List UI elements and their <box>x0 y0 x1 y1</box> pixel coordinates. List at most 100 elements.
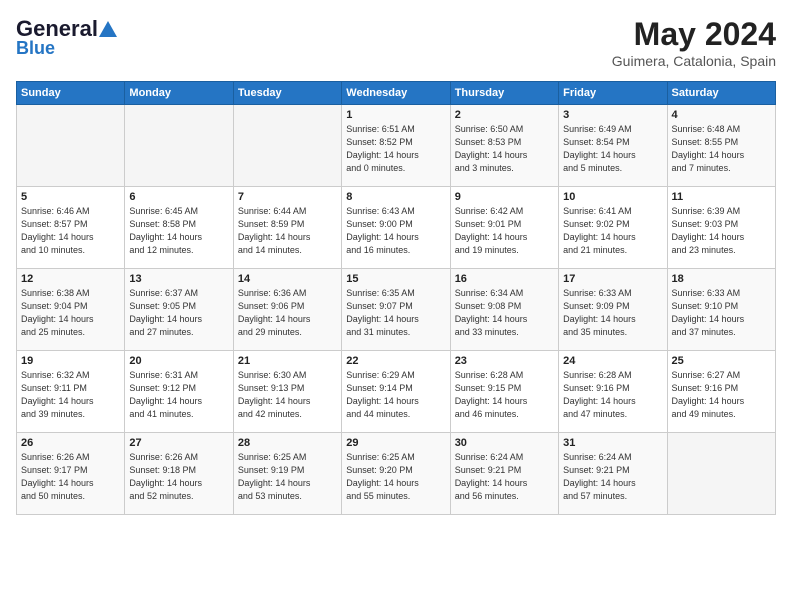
day-cell: 4 Sunrise: 6:48 AM Sunset: 8:55 PM Daylig… <box>667 105 775 187</box>
day-info: Sunrise: 6:28 AM Sunset: 9:15 PM Dayligh… <box>455 369 554 421</box>
day-cell: 18Sunrise: 6:33 AM Sunset: 9:10 PM Dayli… <box>667 269 775 351</box>
day-cell <box>233 105 341 187</box>
day-info: Sunrise: 6:41 AM Sunset: 9:02 PM Dayligh… <box>563 205 662 257</box>
day-number: 12 <box>21 273 120 285</box>
day-info: Sunrise: 6:27 AM Sunset: 9:16 PM Dayligh… <box>672 369 771 421</box>
day-number: 20 <box>129 355 228 367</box>
day-info: Sunrise: 6:37 AM Sunset: 9:05 PM Dayligh… <box>129 287 228 339</box>
day-number: 23 <box>455 355 554 367</box>
week-row-4: 26 Sunrise: 6:26 AM Sunset: 9:17 PM Dayli… <box>17 433 776 515</box>
location: Guimera, Catalonia, Spain <box>612 53 776 69</box>
day-info: Sunrise: 6:38 AM Sunset: 9:04 PM Dayligh… <box>21 287 120 339</box>
day-cell: 13 Sunrise: 6:37 AM Sunset: 9:05 PM Dayli… <box>125 269 233 351</box>
day-number: 25 <box>672 355 771 367</box>
day-info: Sunrise: 6:33 AM Sunset: 9:09 PM Dayligh… <box>563 287 662 339</box>
day-cell: 29Sunrise: 6:25 AM Sunset: 9:20 PM Dayli… <box>342 433 450 515</box>
day-info: Sunrise: 6:30 AM Sunset: 9:13 PM Dayligh… <box>238 369 337 421</box>
day-number: 21 <box>238 355 337 367</box>
day-number: 1 <box>346 109 445 121</box>
day-info: Sunrise: 6:45 AM Sunset: 8:58 PM Dayligh… <box>129 205 228 257</box>
day-number: 15 <box>346 273 445 285</box>
day-number: 9 <box>455 191 554 203</box>
day-number: 5 <box>21 191 120 203</box>
day-number: 27 <box>129 437 228 449</box>
day-cell: 12 Sunrise: 6:38 AM Sunset: 9:04 PM Dayli… <box>17 269 125 351</box>
day-info: Sunrise: 6:49 AM Sunset: 8:54 PM Dayligh… <box>563 123 662 175</box>
day-cell: 3 Sunrise: 6:49 AM Sunset: 8:54 PM Daylig… <box>559 105 667 187</box>
day-cell: 19Sunrise: 6:32 AM Sunset: 9:11 PM Dayli… <box>17 351 125 433</box>
day-number: 22 <box>346 355 445 367</box>
day-info: Sunrise: 6:25 AM Sunset: 9:20 PM Dayligh… <box>346 451 445 503</box>
day-info: Sunrise: 6:43 AM Sunset: 9:00 PM Dayligh… <box>346 205 445 257</box>
day-info: Sunrise: 6:33 AM Sunset: 9:10 PM Dayligh… <box>672 287 771 339</box>
day-info: Sunrise: 6:34 AM Sunset: 9:08 PM Dayligh… <box>455 287 554 339</box>
day-cell: 30Sunrise: 6:24 AM Sunset: 9:21 PM Dayli… <box>450 433 558 515</box>
day-cell: 7 Sunrise: 6:44 AM Sunset: 8:59 PM Daylig… <box>233 187 341 269</box>
logo: General Blue <box>16 16 118 59</box>
page-header: General Blue May 2024 Guimera, Catalonia… <box>16 16 776 69</box>
day-cell: 10 Sunrise: 6:41 AM Sunset: 9:02 PM Dayli… <box>559 187 667 269</box>
day-number: 4 <box>672 109 771 121</box>
day-cell: 17Sunrise: 6:33 AM Sunset: 9:09 PM Dayli… <box>559 269 667 351</box>
day-cell <box>125 105 233 187</box>
week-row-2: 12 Sunrise: 6:38 AM Sunset: 9:04 PM Dayli… <box>17 269 776 351</box>
header-cell-saturday: Saturday <box>667 82 775 105</box>
day-number: 2 <box>455 109 554 121</box>
calendar-table: SundayMondayTuesdayWednesdayThursdayFrid… <box>16 81 776 515</box>
day-number: 8 <box>346 191 445 203</box>
day-info: Sunrise: 6:26 AM Sunset: 9:18 PM Dayligh… <box>129 451 228 503</box>
header-cell-monday: Monday <box>125 82 233 105</box>
day-cell <box>17 105 125 187</box>
week-row-0: 1 Sunrise: 6:51 AM Sunset: 8:52 PM Daylig… <box>17 105 776 187</box>
header-cell-wednesday: Wednesday <box>342 82 450 105</box>
day-cell: 16Sunrise: 6:34 AM Sunset: 9:08 PM Dayli… <box>450 269 558 351</box>
day-cell: 22Sunrise: 6:29 AM Sunset: 9:14 PM Dayli… <box>342 351 450 433</box>
day-number: 3 <box>563 109 662 121</box>
logo-triangle-icon <box>99 21 117 37</box>
day-info: Sunrise: 6:28 AM Sunset: 9:16 PM Dayligh… <box>563 369 662 421</box>
day-number: 10 <box>563 191 662 203</box>
day-number: 24 <box>563 355 662 367</box>
day-number: 14 <box>238 273 337 285</box>
day-cell: 8 Sunrise: 6:43 AM Sunset: 9:00 PM Daylig… <box>342 187 450 269</box>
day-info: Sunrise: 6:32 AM Sunset: 9:11 PM Dayligh… <box>21 369 120 421</box>
day-info: Sunrise: 6:26 AM Sunset: 9:17 PM Dayligh… <box>21 451 120 503</box>
header-cell-friday: Friday <box>559 82 667 105</box>
header-cell-tuesday: Tuesday <box>233 82 341 105</box>
header-cell-thursday: Thursday <box>450 82 558 105</box>
day-info: Sunrise: 6:36 AM Sunset: 9:06 PM Dayligh… <box>238 287 337 339</box>
title-block: May 2024 Guimera, Catalonia, Spain <box>612 16 776 69</box>
day-info: Sunrise: 6:31 AM Sunset: 9:12 PM Dayligh… <box>129 369 228 421</box>
day-number: 13 <box>129 273 228 285</box>
day-number: 26 <box>21 437 120 449</box>
day-cell: 28Sunrise: 6:25 AM Sunset: 9:19 PM Dayli… <box>233 433 341 515</box>
day-cell: 24 Sunrise: 6:28 AM Sunset: 9:16 PM Dayli… <box>559 351 667 433</box>
header-cell-sunday: Sunday <box>17 82 125 105</box>
day-number: 30 <box>455 437 554 449</box>
day-number: 7 <box>238 191 337 203</box>
week-row-3: 19Sunrise: 6:32 AM Sunset: 9:11 PM Dayli… <box>17 351 776 433</box>
day-info: Sunrise: 6:48 AM Sunset: 8:55 PM Dayligh… <box>672 123 771 175</box>
day-info: Sunrise: 6:39 AM Sunset: 9:03 PM Dayligh… <box>672 205 771 257</box>
day-cell: 25 Sunrise: 6:27 AM Sunset: 9:16 PM Dayli… <box>667 351 775 433</box>
month-title: May 2024 <box>612 16 776 53</box>
day-cell: 26 Sunrise: 6:26 AM Sunset: 9:17 PM Dayli… <box>17 433 125 515</box>
day-number: 6 <box>129 191 228 203</box>
day-info: Sunrise: 6:24 AM Sunset: 9:21 PM Dayligh… <box>563 451 662 503</box>
calendar-header: SundayMondayTuesdayWednesdayThursdayFrid… <box>17 82 776 105</box>
day-cell: 1 Sunrise: 6:51 AM Sunset: 8:52 PM Daylig… <box>342 105 450 187</box>
day-info: Sunrise: 6:42 AM Sunset: 9:01 PM Dayligh… <box>455 205 554 257</box>
day-info: Sunrise: 6:50 AM Sunset: 8:53 PM Dayligh… <box>455 123 554 175</box>
day-info: Sunrise: 6:51 AM Sunset: 8:52 PM Dayligh… <box>346 123 445 175</box>
day-number: 11 <box>672 191 771 203</box>
day-cell: 21 Sunrise: 6:30 AM Sunset: 9:13 PM Dayli… <box>233 351 341 433</box>
calendar-body: 1 Sunrise: 6:51 AM Sunset: 8:52 PM Daylig… <box>17 105 776 515</box>
day-info: Sunrise: 6:44 AM Sunset: 8:59 PM Dayligh… <box>238 205 337 257</box>
day-cell: 15 Sunrise: 6:35 AM Sunset: 9:07 PM Dayli… <box>342 269 450 351</box>
logo-blue: Blue <box>16 38 55 59</box>
day-info: Sunrise: 6:35 AM Sunset: 9:07 PM Dayligh… <box>346 287 445 339</box>
day-cell: 23 Sunrise: 6:28 AM Sunset: 9:15 PM Dayli… <box>450 351 558 433</box>
day-number: 31 <box>563 437 662 449</box>
day-info: Sunrise: 6:46 AM Sunset: 8:57 PM Dayligh… <box>21 205 120 257</box>
header-row: SundayMondayTuesdayWednesdayThursdayFrid… <box>17 82 776 105</box>
